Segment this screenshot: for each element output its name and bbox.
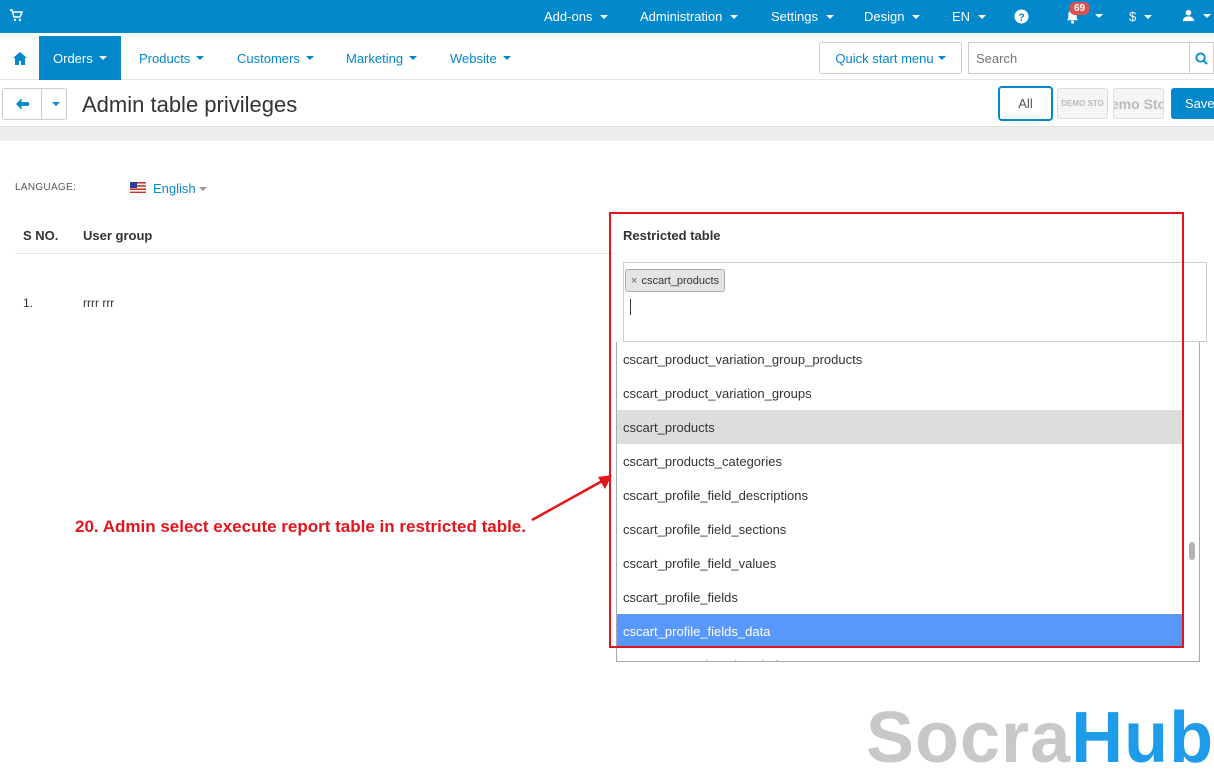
search-input[interactable] [968,42,1189,74]
chevron-down-icon [1144,14,1153,19]
column-header-user-group: User group [83,228,153,243]
topnav-language[interactable]: EN [952,9,987,24]
remove-tag-icon[interactable]: × [631,275,637,287]
topnav-addons[interactable]: Add-ons [544,9,609,24]
tab-products[interactable]: Products [139,36,205,80]
dropdown-option[interactable]: cscart_profile_field_descriptions [617,478,1183,512]
text-cursor [630,299,631,315]
dropdown-option[interactable]: cscart_product_variation_groups [617,376,1183,410]
all-stores-button[interactable]: All [998,86,1053,121]
tab-orders[interactable]: Orders [39,36,121,80]
user-icon [1182,9,1195,22]
chevron-down-icon [51,102,60,106]
search-icon [1195,51,1208,65]
chevron-down-icon [978,14,987,19]
store-logo-demo-1[interactable]: DEMO STO [1057,88,1108,119]
chevron-down-icon [409,56,418,60]
divider-band [0,127,1214,141]
home-button[interactable] [0,36,39,80]
quick-start-menu-button[interactable]: Quick start menu [819,42,962,74]
language-label: LANGUAGE: [15,182,77,193]
page-title: Admin table privileges [82,92,298,117]
topnav-design[interactable]: Design [864,9,921,24]
arrow-left-icon [15,98,29,110]
chevron-down-icon [600,14,609,19]
dropdown-scrollbar-thumb[interactable] [1189,542,1195,560]
search-button[interactable] [1189,42,1214,74]
language-selector[interactable]: English [153,181,207,196]
currency-selector[interactable]: $ [1129,9,1153,24]
dropdown-option[interactable]: cscart_product_variation_group_products [617,342,1183,376]
dropdown-option[interactable]: cscart_promotion_descriptions [617,648,1183,662]
tab-marketing[interactable]: Marketing [346,36,418,80]
chevron-down-icon [198,186,207,191]
tab-website[interactable]: Website [450,36,511,80]
selected-tag[interactable]: × cscart_products [625,269,726,292]
dropdown-option-highlighted[interactable]: cscart_profile_fields_data [617,614,1183,648]
chevron-down-icon [98,56,107,60]
user-menu[interactable] [1182,9,1211,22]
dropdown-option[interactable]: cscart_products_categories [617,444,1183,478]
save-button[interactable]: Save [1171,88,1214,119]
column-header-restricted-table: Restricted table [623,228,721,243]
dropdown-option[interactable]: cscart_profile_field_sections [617,512,1183,546]
table-cell-user-group: rrrr rrr [83,296,115,310]
back-dropdown-button[interactable] [41,88,67,120]
socrahub-watermark-logo: SocraHub [866,698,1214,778]
dropdown-scrollbar[interactable] [1184,342,1199,661]
chevron-down-icon [502,56,511,60]
dropdown-option[interactable]: cscart_profile_field_values [617,546,1183,580]
chevron-down-icon [825,14,834,19]
annotation-arrow-icon [531,475,612,522]
dropdown-option[interactable]: cscart_profile_fields [617,580,1183,614]
chevron-down-icon [937,56,946,60]
chevron-down-icon [196,56,205,60]
chevron-down-icon [305,56,314,60]
svg-text:?: ? [1018,12,1024,23]
notification-badge: 69 [1069,2,1091,15]
back-button[interactable] [2,88,42,120]
chevron-down-icon [730,14,739,19]
topnav-settings[interactable]: Settings [771,9,834,24]
main-navbar: Orders Products Customers Marketing Webs… [0,36,1214,80]
table-header-divider [15,253,615,254]
chevron-down-icon [1203,13,1211,18]
topnav-administration[interactable]: Administration [640,9,739,24]
restricted-table-multiselect[interactable]: × cscart_products [623,262,1207,342]
restricted-table-dropdown: cscart_product_variation_group_products … [616,342,1200,662]
dropdown-option-selected[interactable]: cscart_products [617,410,1183,444]
cart-icon[interactable] [9,8,23,22]
annotation-text: 20. Admin select execute report table in… [75,517,526,536]
top-bar: Add-ons Administration Settings Design E… [0,0,1214,33]
us-flag-icon [130,182,146,193]
title-bar: Admin table privileges All DEMO STO emo … [0,81,1214,127]
question-circle-icon[interactable]: ? [1014,9,1029,24]
chevron-down-icon [912,14,921,19]
home-icon [12,51,27,65]
tab-customers[interactable]: Customers [237,36,314,80]
table-cell-sno: 1. [23,296,34,310]
column-header-sno: S NO. [23,228,59,243]
chevron-down-icon [1095,14,1103,18]
store-logo-demo-2[interactable]: emo Sto [1113,88,1164,119]
